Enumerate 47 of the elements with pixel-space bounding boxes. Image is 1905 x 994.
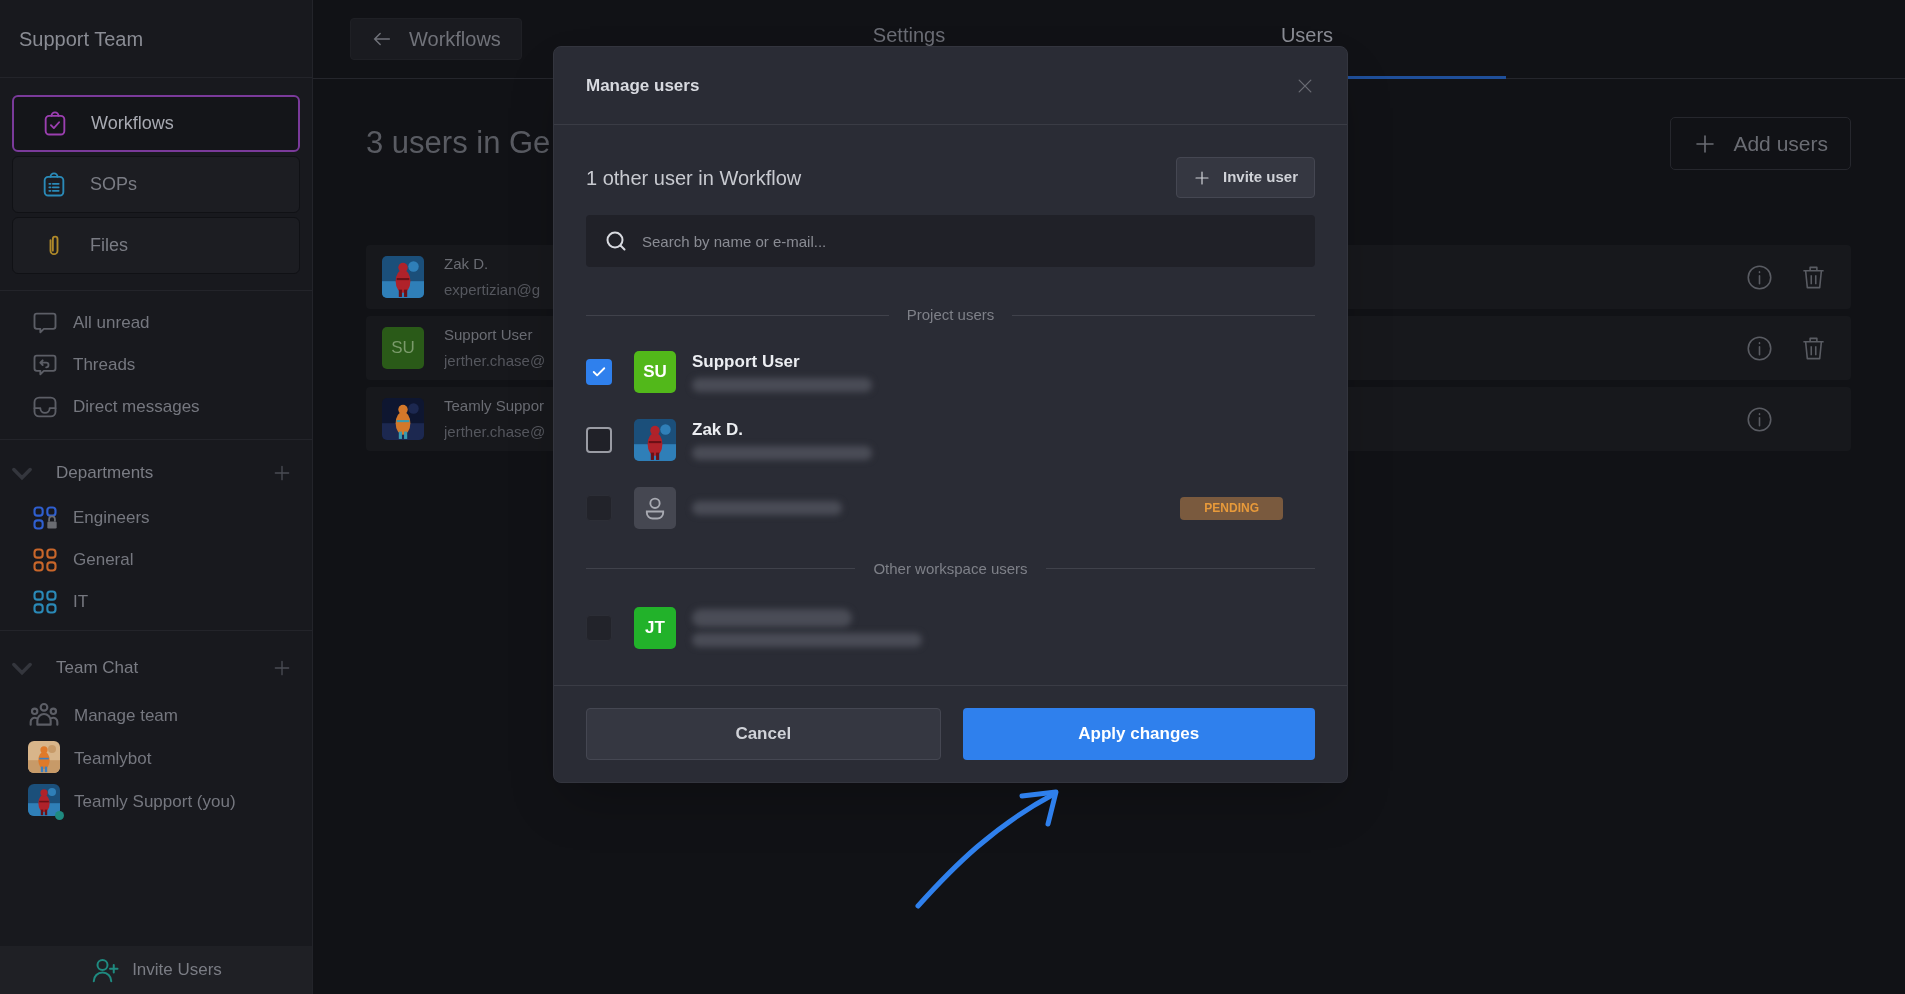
search-field[interactable]: Search by name or e-mail...	[586, 215, 1315, 267]
department-item[interactable]: IT	[31, 588, 281, 616]
department-item[interactable]: Engineers	[31, 504, 281, 532]
section-title: Team Chat	[56, 657, 140, 680]
group-label: Other workspace users	[873, 558, 1028, 579]
status-badge: PENDING	[1180, 496, 1283, 520]
user-name: Support User	[444, 324, 534, 345]
nav-item[interactable]: Workflows	[12, 95, 300, 152]
info-icon[interactable]	[1746, 263, 1773, 291]
nav-item[interactable]: Files	[12, 217, 300, 274]
info-icon[interactable]	[1746, 405, 1773, 433]
info-icon[interactable]	[1746, 334, 1773, 362]
add-icon[interactable]	[272, 658, 292, 678]
user-name: Zak D.	[444, 253, 490, 274]
add-icon[interactable]	[272, 463, 292, 483]
sidebar-link[interactable]: Threads	[31, 351, 281, 379]
avatar: SU	[382, 327, 424, 369]
invite-users-button[interactable]: Invite Users	[0, 946, 312, 994]
invite-user-button[interactable]: Invite user	[1175, 157, 1315, 198]
group-label: Project users	[906, 305, 995, 325]
dialog-title: Manage users	[586, 74, 700, 97]
team-title: Support Team	[19, 26, 144, 52]
page-heading: 3 users in Ge	[366, 124, 551, 163]
department-item[interactable]: General	[31, 546, 281, 574]
user-email: expertizian@g	[444, 280, 542, 300]
user-name: Zak D.	[692, 420, 745, 440]
sidebar-link[interactable]: All unread	[31, 309, 281, 337]
user-count-text: 1 other user in Workflow	[586, 165, 802, 191]
chat-item[interactable]: Teamlybot	[28, 740, 284, 778]
avatar: SU	[634, 351, 676, 393]
nav-item[interactable]: SOPs	[12, 156, 300, 213]
chat-item[interactable]: Manage team	[28, 697, 284, 735]
user-name: Teamly Suppor	[444, 395, 546, 416]
cancel-button[interactable]: Cancel	[586, 708, 941, 760]
checkbox[interactable]	[586, 427, 612, 453]
user-email: jerther.chase@	[444, 351, 547, 371]
sidebar-link[interactable]: Direct messages	[31, 393, 281, 421]
search-icon	[604, 229, 628, 253]
user-name: Support User	[692, 352, 801, 372]
checkbox[interactable]	[586, 359, 612, 385]
section-title: Departments	[56, 462, 155, 485]
user-email: jerther.chase@	[444, 422, 547, 442]
apply-changes-button[interactable]: Apply changes	[962, 708, 1315, 760]
add-users-button[interactable]: Add users	[1670, 117, 1851, 170]
back-button[interactable]: Workflows	[350, 18, 522, 60]
chat-item[interactable]: Teamly Support (you)	[28, 783, 284, 821]
avatar: JT	[634, 606, 676, 649]
